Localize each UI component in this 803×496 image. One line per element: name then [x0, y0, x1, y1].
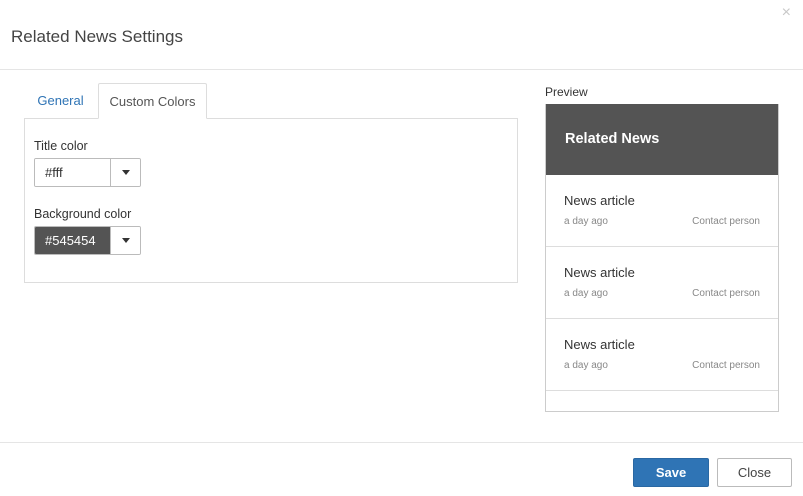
news-list-item: News article a day ago Contact person	[546, 319, 778, 391]
news-title: News article	[564, 193, 635, 208]
background-color-dropdown-button[interactable]	[111, 227, 140, 254]
news-time: a day ago	[564, 360, 608, 371]
tab-custom-colors[interactable]: Custom Colors	[98, 83, 207, 119]
save-button[interactable]: Save	[633, 458, 709, 487]
news-time: a day ago	[564, 288, 608, 299]
custom-colors-panel: Title color #fff Background color #54545…	[24, 118, 518, 283]
background-color-picker: #545454	[34, 226, 141, 255]
caret-down-icon	[121, 238, 130, 243]
title-color-dropdown-button[interactable]	[111, 159, 140, 186]
modal-footer: Save Close	[0, 442, 803, 496]
caret-down-icon	[121, 170, 130, 175]
news-contact-person: Contact person	[692, 216, 760, 227]
preview-label: Preview	[545, 85, 588, 99]
background-color-value[interactable]: #545454	[35, 227, 111, 254]
news-title: News article	[564, 265, 635, 280]
close-button[interactable]: Close	[717, 458, 792, 487]
news-time: a day ago	[564, 216, 608, 227]
title-color-label: Title color	[34, 139, 88, 153]
dialog-title: Related News Settings	[11, 27, 183, 46]
preview-header: Related News	[546, 104, 778, 175]
news-contact-person: Contact person	[692, 288, 760, 299]
close-icon[interactable]: ×	[782, 5, 791, 21]
news-list-item: News article a day ago Contact person	[546, 175, 778, 247]
news-list-item: News article a day ago Contact person	[546, 247, 778, 319]
title-color-picker: #fff	[34, 158, 141, 187]
tab-general[interactable]: General	[24, 83, 97, 119]
modal-header: Related News Settings ×	[0, 0, 803, 70]
title-color-value[interactable]: #fff	[35, 159, 111, 186]
preview-box: Related News News article a day ago Cont…	[545, 104, 779, 412]
background-color-label: Background color	[34, 207, 132, 221]
news-contact-person: Contact person	[692, 360, 760, 371]
news-title: News article	[564, 337, 635, 352]
